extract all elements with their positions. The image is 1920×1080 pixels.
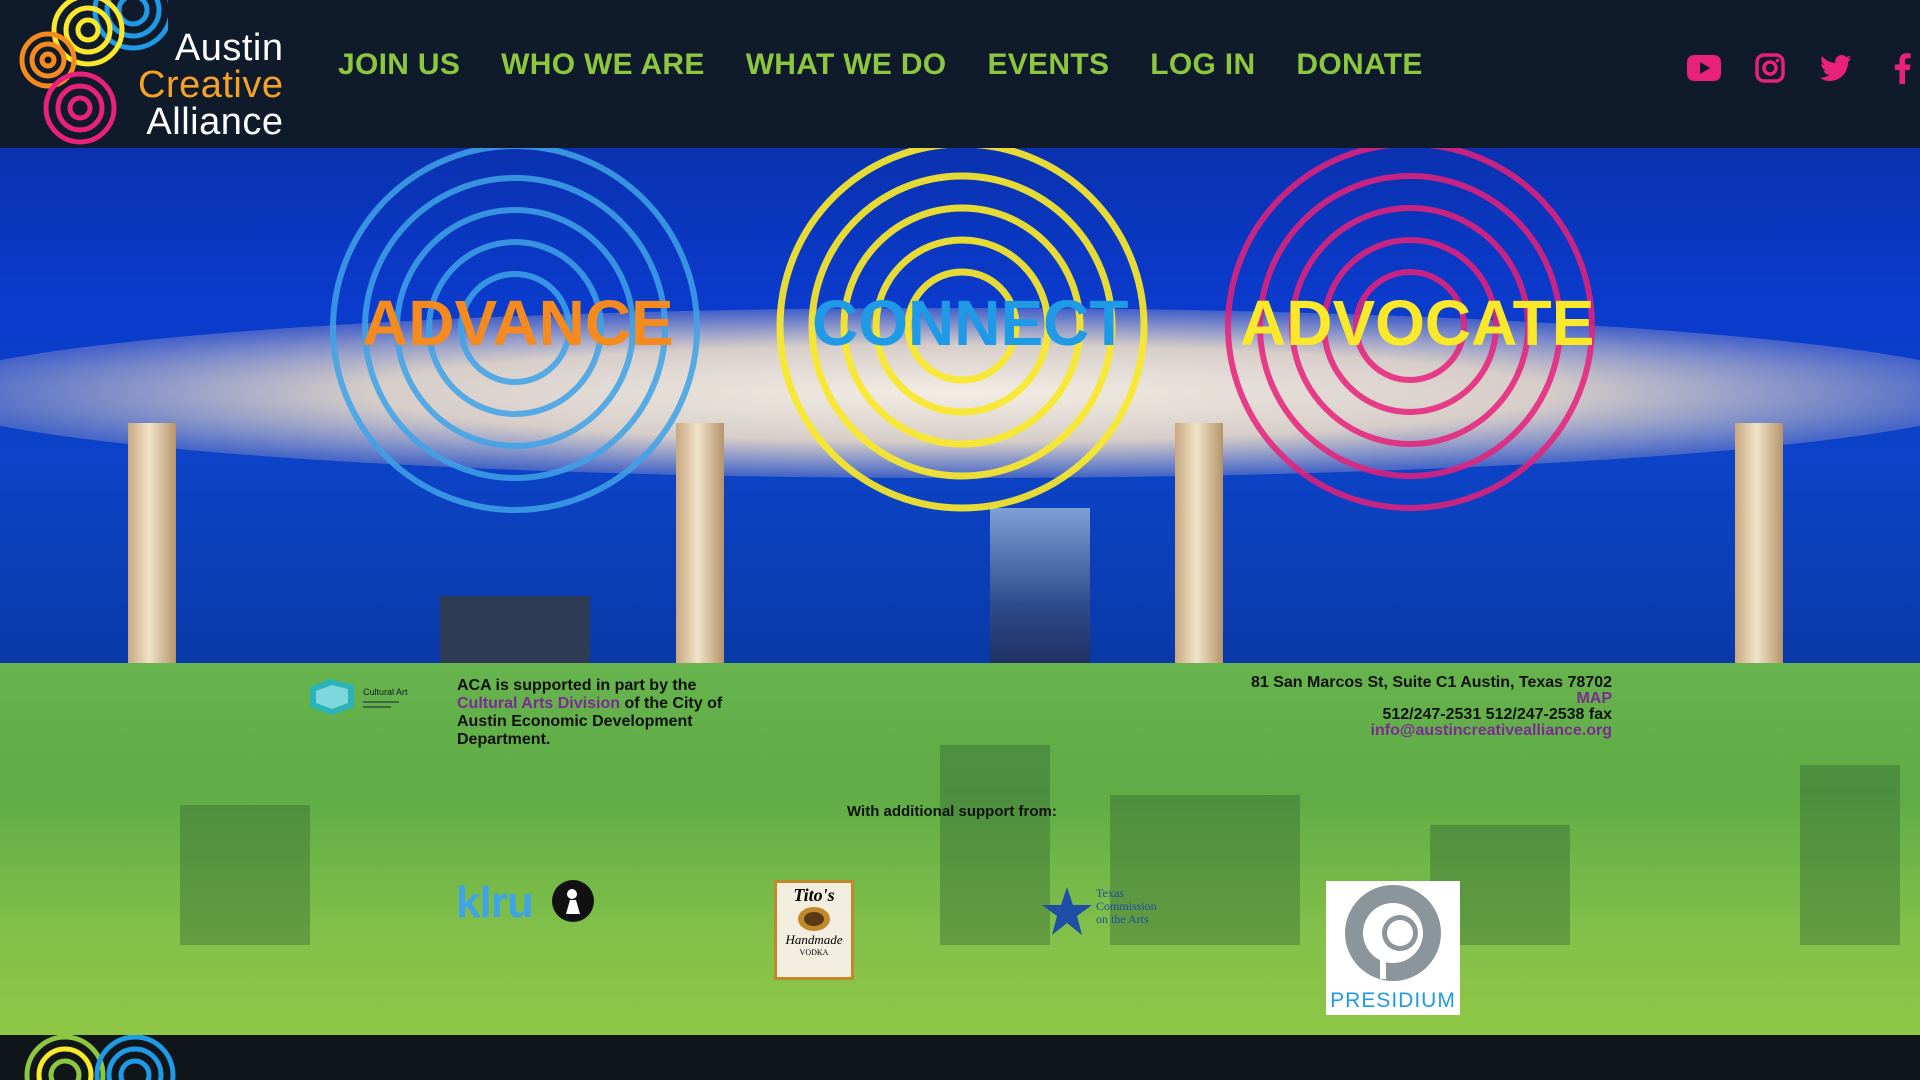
titos-handmade: Handmade (785, 932, 843, 947)
logo-line-3: Alliance (146, 101, 284, 143)
titos-vodka: VODKA (799, 948, 829, 957)
titos-text: Tito's (793, 885, 835, 905)
bottom-logo-circles-icon (24, 1035, 176, 1080)
hero-connect: CONNECT (812, 287, 1129, 359)
facebook-icon[interactable] (1884, 50, 1920, 86)
youtube-icon[interactable] (1686, 50, 1722, 86)
klru-logo-text: klru (456, 878, 534, 927)
logo-line-1: Austin (174, 27, 284, 69)
titos-emblem-icon (798, 907, 830, 931)
cultural-arts-logo[interactable]: Cultural Arts (308, 677, 413, 717)
nav-join-us[interactable]: JOIN US (338, 48, 460, 82)
skyline-image (180, 805, 310, 945)
cultural-arts-logo-text: Cultural Arts (363, 687, 408, 697)
support-statement: ACA is supported in part by the Cultural… (457, 677, 727, 749)
cultural-arts-link[interactable]: Cultural Arts Division (457, 695, 620, 712)
contact-info: 81 San Marcos St, Suite C1 Austin, Texas… (1251, 675, 1612, 739)
additional-support-label: With additional support from: (847, 803, 1057, 820)
texas-commission-logo[interactable]: Texas Commission on the Arts (1040, 885, 1180, 935)
address-text: 81 San Marcos St, Suite C1 Austin, Texas… (1250, 674, 1612, 691)
bottom-bar (0, 1035, 1920, 1080)
logo-line-2: Creative (138, 64, 284, 106)
star-icon (1042, 887, 1092, 935)
presidium-text: PRESIDIUM (1330, 989, 1456, 1012)
twitter-icon[interactable] (1818, 50, 1854, 86)
hero-rings-icon (330, 148, 1595, 513)
main-nav: JOIN US WHO WE ARE WHAT WE DO EVENTS LOG… (338, 48, 1423, 82)
nav-log-in[interactable]: LOG IN (1150, 48, 1255, 82)
nav-events[interactable]: EVENTS (987, 48, 1109, 82)
site-header: Austin Creative Alliance JOIN US WHO WE … (0, 0, 1920, 148)
hero-banner: ADVANCE CONNECT ADVOCATE (0, 148, 1920, 663)
presidium-logo[interactable]: PRESIDIUM (1326, 881, 1460, 1015)
texas-commission-text: Texas Commission on the Arts (1096, 887, 1157, 926)
map-link[interactable]: MAP (1251, 691, 1612, 707)
phone-text: 512/247-2531 512/247-2538 fax (1382, 706, 1612, 723)
texas-line-3: on the Arts (1096, 912, 1149, 926)
site-footer: Cultural Arts ACA is supported in part b… (0, 663, 1920, 1035)
support-pre: ACA is supported in part by the (457, 677, 697, 694)
pbs-icon (552, 880, 594, 922)
instagram-icon[interactable] (1752, 50, 1788, 86)
logo-wordmark: Austin Creative Alliance (138, 27, 284, 143)
hero-advocate: ADVOCATE (1240, 287, 1595, 359)
nav-donate[interactable]: DONATE (1296, 48, 1422, 82)
nav-what-we-do[interactable]: WHAT WE DO (746, 48, 947, 82)
hero-advance: ADVANCE (362, 287, 674, 359)
site-logo[interactable]: Austin Creative Alliance (18, 0, 288, 148)
klru-logo[interactable]: klru (456, 878, 596, 927)
social-links (1686, 50, 1920, 86)
email-link[interactable]: info@austincreativealliance.org (1251, 723, 1612, 739)
presidium-mark-icon (1345, 885, 1441, 981)
skyline-image (1800, 765, 1900, 945)
skyline-image (940, 745, 1050, 945)
titos-logo[interactable]: Tito's Handmade VODKA (774, 880, 854, 980)
nav-who-we-are[interactable]: WHO WE ARE (501, 48, 705, 82)
